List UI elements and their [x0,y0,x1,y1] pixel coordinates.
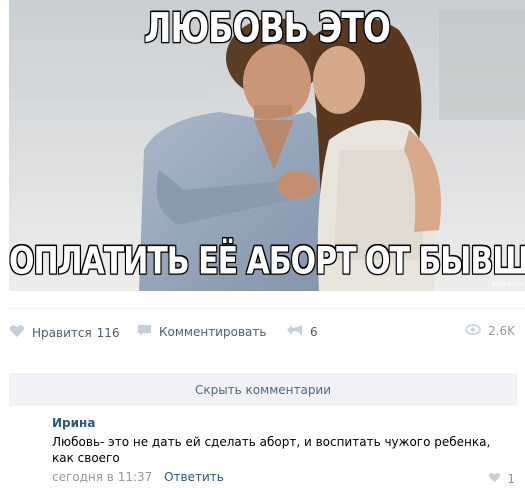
comment-button[interactable]: Комментировать [137,324,266,340]
heart-icon [488,472,501,486]
like-button[interactable]: Нравится 116 [9,324,120,341]
meme-caption-top: ЛЮБОВЬ ЭТО [143,2,392,53]
reply-button[interactable]: Ответить [164,470,224,484]
post-image[interactable]: ЛЮБОВЬ ЭТО ОПЛАТИТЬ ЕЁ АБОРТ ОТ БЫВШЕГО … [9,0,525,291]
comment-label: Комментировать [159,325,267,339]
eye-icon [465,324,481,338]
share-count: 6 [310,325,318,339]
like-label: Нравится [32,325,92,340]
comment-time[interactable]: сегодня в 11:37 [52,470,152,484]
hide-comments-button[interactable]: Скрыть комментарии [9,373,517,406]
heart-icon [9,324,25,341]
comment-icon [137,324,152,340]
post-actions: Нравится 116 Комментировать 6 2.6K [9,320,525,342]
comment-text: Любовь- это не дать ей сделать аборт, и … [52,435,491,465]
like-count: 116 [96,325,120,340]
views-counter: 2.6K [465,324,515,338]
comment-author[interactable]: Ирина [52,416,522,430]
comment-like-button[interactable]: 1 [488,472,515,486]
meme-caption-bottom: ОПЛАТИТЬ ЕЁ АБОРТ ОТ БЫВШЕГО [9,238,525,284]
share-icon [287,324,303,340]
share-button[interactable]: 6 [287,324,318,340]
comment-item: Ирина Любовь- это не дать ей сделать або… [52,416,522,484]
actions-divider [9,308,525,309]
views-count: 2.6K [488,324,515,338]
comment-like-count: 1 [507,472,515,486]
comment-meta: сегодня в 11:37 Ответить [52,470,522,484]
watermark: kopy.ru [492,279,521,288]
